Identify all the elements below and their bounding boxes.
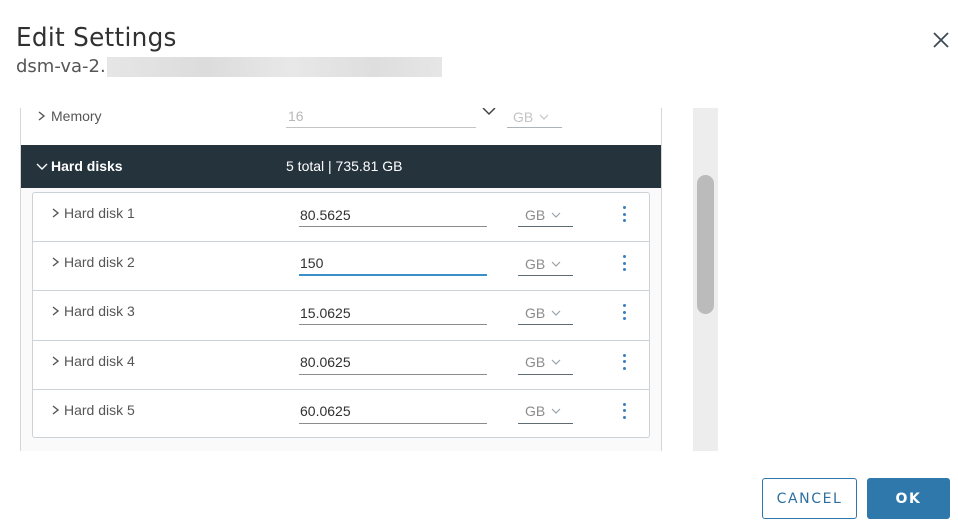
chevron-right-icon bbox=[38, 111, 46, 121]
hard-disk-row: Hard disk 2 GB bbox=[33, 242, 649, 292]
dialog-subtitle: dsm-va-2. bbox=[16, 56, 442, 77]
kebab-dot bbox=[622, 353, 626, 357]
kebab-dot bbox=[622, 212, 626, 216]
more-actions-button[interactable] bbox=[619, 401, 629, 421]
hard-disk-unit-select[interactable]: GB bbox=[518, 351, 573, 375]
hard-disk-row: Hard disk 4 GB bbox=[33, 341, 649, 390]
hard-disk-expander[interactable]: Hard disk 1 bbox=[51, 205, 135, 221]
kebab-dot bbox=[622, 415, 626, 419]
memory-unit-select[interactable]: GB bbox=[507, 108, 562, 128]
more-actions-button[interactable] bbox=[619, 352, 629, 372]
hard-disk-row: Hard disk 5 GB bbox=[33, 390, 649, 439]
hard-disk-unit-value: GB bbox=[525, 403, 546, 420]
hard-disk-row: Hard disk 3 GB bbox=[33, 291, 649, 341]
hard-disk-size-input[interactable] bbox=[299, 399, 487, 424]
kebab-dot bbox=[622, 304, 626, 308]
memory-unit-value: GB bbox=[513, 108, 534, 125]
chevron-down-icon bbox=[551, 212, 561, 218]
hard-disk-expander[interactable]: Hard disk 5 bbox=[51, 402, 135, 418]
hard-disk-label: Hard disk 3 bbox=[64, 303, 135, 320]
scrollbar-thumb[interactable] bbox=[697, 175, 714, 314]
hard-disk-size-input[interactable] bbox=[299, 252, 487, 277]
hard-disk-unit-value: GB bbox=[525, 206, 546, 223]
more-actions-button[interactable] bbox=[619, 253, 629, 273]
kebab-dot bbox=[622, 206, 626, 209]
chevron-down-icon[interactable] bbox=[481, 108, 497, 119]
hard-disk-size-input[interactable] bbox=[299, 301, 487, 326]
memory-expander[interactable]: Memory bbox=[37, 108, 102, 124]
kebab-dot bbox=[622, 402, 626, 406]
hard-disks-expander[interactable]: Hard disks bbox=[36, 158, 123, 174]
kebab-dot bbox=[622, 409, 626, 413]
hard-disk-label: Hard disk 2 bbox=[64, 254, 135, 271]
hard-disk-unit-value: GB bbox=[525, 255, 546, 272]
cancel-button[interactable]: CANCEL bbox=[762, 478, 857, 519]
hard-disk-row: Hard disk 1 GB bbox=[33, 193, 649, 243]
hard-disk-size-input[interactable] bbox=[299, 350, 487, 375]
hard-disk-size-input[interactable] bbox=[299, 203, 487, 227]
hard-disk-expander[interactable]: Hard disk 2 bbox=[51, 254, 135, 270]
hard-disk-expander[interactable]: Hard disk 4 bbox=[51, 353, 135, 369]
scrollbar-track[interactable] bbox=[693, 108, 718, 451]
close-button[interactable] bbox=[930, 29, 952, 51]
hard-disk-label: Hard disk 4 bbox=[64, 352, 135, 369]
hard-disk-unit-select[interactable]: GB bbox=[518, 400, 573, 424]
close-icon bbox=[933, 32, 949, 48]
hard-disk-label: Hard disk 1 bbox=[64, 205, 135, 221]
hard-disk-label: Hard disk 5 bbox=[64, 401, 135, 418]
chevron-right-icon bbox=[52, 405, 60, 415]
chevron-down-icon bbox=[36, 163, 48, 170]
settings-pane: Memory 16 GB Hard disks 5 total | 735.81… bbox=[20, 108, 662, 451]
chevron-down-icon bbox=[551, 359, 561, 365]
kebab-dot bbox=[622, 317, 626, 321]
kebab-dot bbox=[622, 261, 626, 265]
kebab-dot bbox=[622, 268, 626, 272]
kebab-dot bbox=[622, 255, 626, 259]
hard-disks-summary: 5 total | 735.81 GB bbox=[286, 158, 403, 174]
memory-input[interactable]: 16 bbox=[286, 108, 476, 128]
kebab-dot bbox=[622, 360, 626, 364]
hard-disk-unit-value: GB bbox=[525, 354, 546, 371]
chevron-right-icon bbox=[52, 257, 60, 267]
chevron-down-icon bbox=[551, 408, 561, 415]
chevron-down-icon bbox=[539, 114, 549, 120]
hard-disk-unit-value: GB bbox=[525, 304, 546, 321]
dialog-title: Edit Settings bbox=[16, 23, 177, 53]
hard-disks-label: Hard disks bbox=[51, 158, 123, 174]
redacted-text bbox=[106, 56, 442, 77]
kebab-dot bbox=[622, 219, 626, 222]
chevron-right-icon bbox=[52, 356, 60, 366]
hard-disk-unit-select[interactable]: GB bbox=[518, 301, 573, 326]
hard-disk-unit-select[interactable]: GB bbox=[518, 203, 573, 227]
hard-disk-unit-select[interactable]: GB bbox=[518, 252, 573, 277]
more-actions-button[interactable] bbox=[619, 204, 629, 224]
hard-disks-list: Hard disk 1 GB Hard disk 2 GB Hard disk … bbox=[32, 192, 650, 438]
hard-disk-expander[interactable]: Hard disk 3 bbox=[51, 303, 135, 319]
more-actions-button[interactable] bbox=[619, 302, 629, 322]
memory-row: Memory 16 GB bbox=[21, 108, 661, 145]
chevron-right-icon bbox=[52, 208, 60, 218]
hard-disks-header[interactable]: Hard disks 5 total | 735.81 GB bbox=[21, 145, 661, 188]
vm-name: dsm-va-2. bbox=[16, 56, 106, 77]
memory-label: Memory bbox=[51, 108, 102, 124]
chevron-down-icon bbox=[551, 310, 561, 316]
ok-button[interactable]: OK bbox=[867, 478, 950, 519]
chevron-right-icon bbox=[52, 306, 60, 316]
kebab-dot bbox=[622, 366, 626, 370]
chevron-down-icon bbox=[551, 261, 561, 267]
kebab-dot bbox=[622, 310, 626, 314]
